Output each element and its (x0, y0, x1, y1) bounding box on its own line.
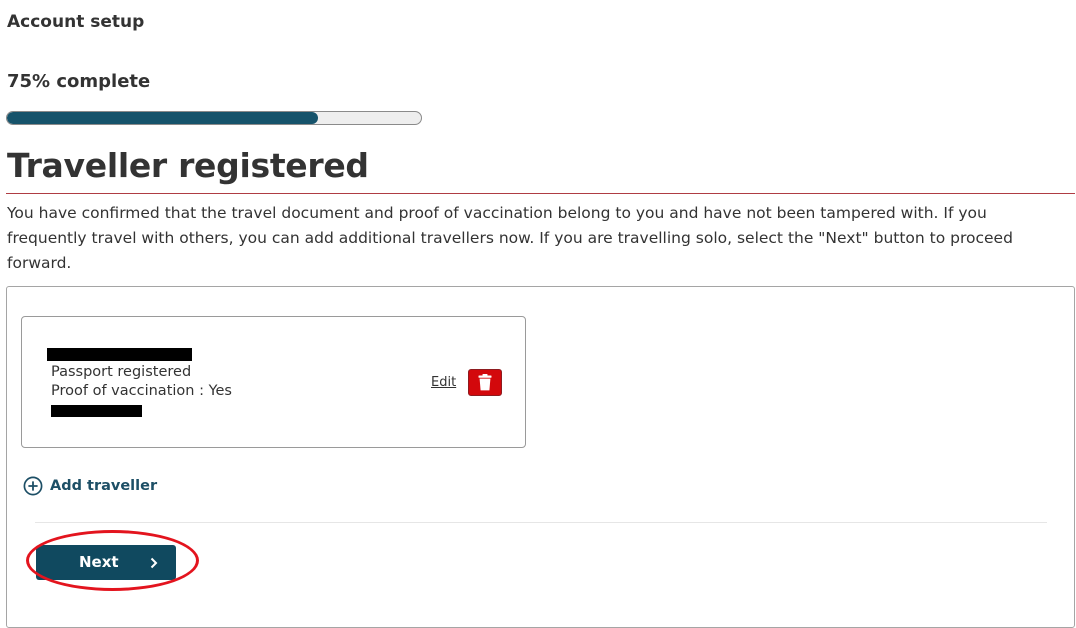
travellers-panel: Passport registered Proof of vaccination… (6, 286, 1075, 628)
add-traveller-label: Add traveller (50, 478, 158, 494)
edit-traveller-link[interactable]: Edit (431, 375, 456, 390)
chevron-right-icon (150, 557, 158, 569)
traveller-vaccination-status: Proof of vaccination : Yes (51, 383, 232, 399)
traveller-card: Passport registered Proof of vaccination… (21, 316, 526, 448)
page-title: Traveller registered (7, 146, 369, 185)
delete-traveller-button[interactable] (468, 369, 502, 396)
redacted-name (47, 348, 192, 361)
trash-icon (478, 374, 492, 391)
next-button[interactable]: Next (36, 545, 176, 580)
section-label: Account setup (7, 12, 145, 32)
intro-text: You have confirmed that the travel docum… (7, 204, 1013, 272)
actions-divider (35, 522, 1047, 523)
progress-bar-fill (7, 112, 318, 124)
plus-circle-icon (23, 476, 43, 496)
traveller-passport-status: Passport registered (51, 364, 192, 380)
progress-text: 75% complete (7, 71, 151, 92)
progress-bar (6, 111, 422, 125)
next-button-label: Next (79, 553, 119, 571)
redacted-detail (51, 405, 142, 417)
add-traveller-button[interactable]: Add traveller (23, 476, 157, 496)
title-divider (6, 193, 1075, 194)
